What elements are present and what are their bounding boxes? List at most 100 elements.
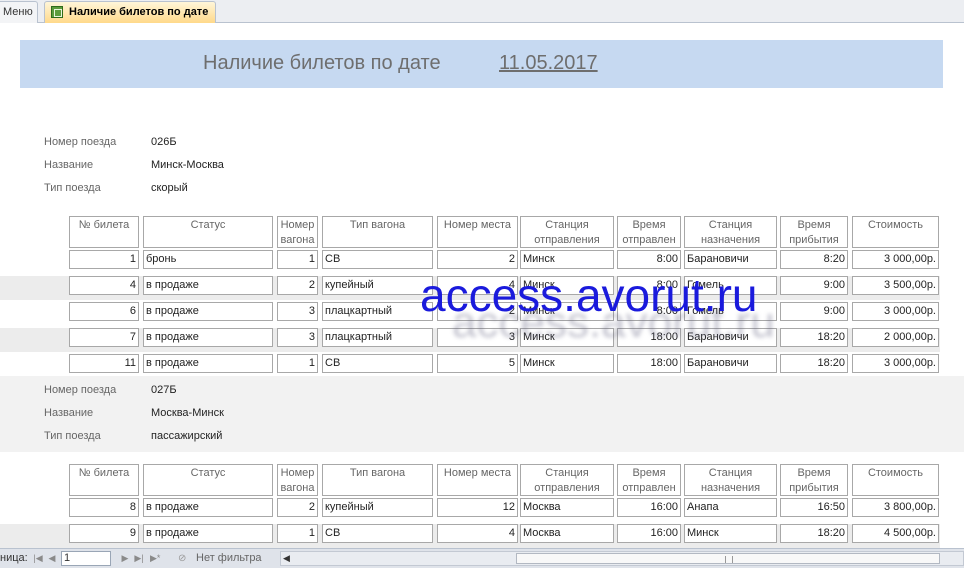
status-cell: в продаже [143, 354, 273, 373]
document-tab-bar: Меню Наличие билетов по дате [0, 0, 964, 23]
tab-ticket-availability[interactable]: Наличие билетов по дате [44, 1, 216, 23]
arrival-station-cell: Минск [684, 524, 777, 543]
col-departure-time: Время отправлен [617, 216, 681, 248]
train-name-label: Название [44, 407, 94, 419]
filter-status[interactable]: Нет фильтра [196, 552, 262, 564]
ticket-no-cell: 7 [69, 328, 139, 347]
col-ticket-no: № билета [69, 464, 139, 496]
arrival-time-cell: 9:00 [780, 276, 848, 295]
car-number-cell: 1 [277, 250, 318, 269]
status-cell: в продаже [143, 328, 273, 347]
arrival-time-cell: 16:50 [780, 498, 848, 517]
status-cell: в продаже [143, 276, 273, 295]
col-arrival-time: Время прибытия [780, 216, 848, 248]
car-type-cell: плацкартный [322, 302, 433, 321]
col-arrival-station: Станция назначения [684, 216, 777, 248]
departure-station-cell: Москва [520, 498, 614, 517]
price-cell: 3 000,00р. [852, 302, 939, 321]
first-page-icon[interactable]: |◀ [33, 553, 43, 564]
record-navigation-bar: ница: |◀ ◀ 1 ▶ ▶| ▶* ⊘ Нет фильтра ◀ [0, 548, 964, 568]
table-row[interactable]: 11 в продаже 1 СВ 5 Минск 18:00 Баранови… [0, 354, 940, 378]
col-car-number: Номер вагона [277, 464, 318, 496]
train-number-label: Номер поезда [44, 136, 117, 148]
last-page-icon[interactable]: ▶| [134, 553, 144, 564]
scroll-left-icon[interactable]: ◀ [283, 553, 290, 564]
departure-station-cell: Минск [520, 354, 614, 373]
train-group: Номер поезда 027Б Название Москва-Минск … [0, 376, 964, 548]
col-car-number: Номер вагона [277, 216, 318, 248]
status-cell: в продаже [143, 524, 273, 543]
train-type-label: Тип поезда [44, 430, 101, 442]
new-record-icon[interactable]: ▶* [150, 553, 160, 564]
car-number-cell: 2 [277, 276, 318, 295]
car-number-cell: 3 [277, 328, 318, 347]
watermark-text: access.avorut.ru [420, 269, 758, 321]
arrival-time-cell: 9:00 [780, 302, 848, 321]
col-price: Стоимость [852, 216, 939, 248]
train-number-value: 027Б [151, 384, 177, 396]
page-label: ница: [0, 552, 28, 564]
col-car-type: Тип вагона [322, 464, 433, 496]
scrollbar-thumb[interactable] [516, 553, 940, 564]
car-number-cell: 1 [277, 524, 318, 543]
arrival-time-cell: 18:20 [780, 328, 848, 347]
tab-menu[interactable]: Меню [0, 1, 38, 23]
col-ticket-no: № билета [69, 216, 139, 248]
car-number-cell: 3 [277, 302, 318, 321]
departure-time-cell: 16:00 [617, 524, 681, 543]
price-cell: 4 500,00р. [852, 524, 939, 543]
col-departure-time: Время отправлен [617, 464, 681, 496]
report-title: Наличие билетов по дате [203, 52, 441, 74]
car-type-cell: купейный [322, 276, 433, 295]
car-type-cell: СВ [322, 250, 433, 269]
price-cell: 3 000,00р. [852, 250, 939, 269]
status-cell: бронь [143, 250, 273, 269]
ticket-no-cell: 9 [69, 524, 139, 543]
seat-number-cell: 2 [437, 250, 518, 269]
seat-number-cell: 12 [437, 498, 518, 517]
table-row[interactable]: 8 в продаже 2 купейный 12 Москва 16:00 А… [0, 498, 940, 522]
ticket-no-cell: 1 [69, 250, 139, 269]
status-cell: в продаже [143, 302, 273, 321]
filter-icon: ⊘ [178, 553, 187, 564]
arrival-station-cell: Барановичи [684, 250, 777, 269]
train-name-value: Москва-Минск [151, 407, 224, 419]
departure-station-cell: Москва [520, 524, 614, 543]
seat-number-cell: 4 [437, 524, 518, 543]
departure-time-cell: 16:00 [617, 498, 681, 517]
arrival-station-cell: Анапа [684, 498, 777, 517]
page-number-input[interactable]: 1 [61, 551, 111, 566]
price-cell: 3 000,00р. [852, 354, 939, 373]
train-number-value: 026Б [151, 136, 177, 148]
report-view: Наличие билетов по дате 11.05.2017 Номер… [0, 24, 964, 548]
ticket-no-cell: 8 [69, 498, 139, 517]
next-page-icon[interactable]: ▶ [120, 553, 130, 564]
col-seat-number: Номер места [437, 464, 518, 496]
seat-number-cell: 5 [437, 354, 518, 373]
col-departure-station: Станция отправления [520, 464, 614, 496]
arrival-time-cell: 8:20 [780, 250, 848, 269]
col-arrival-station: Станция назначения [684, 464, 777, 496]
price-cell: 3 800,00р. [852, 498, 939, 517]
col-status: Статус [143, 464, 273, 496]
ticket-no-cell: 11 [69, 354, 139, 373]
train-type-value: пассажирский [151, 430, 223, 442]
departure-station-cell: Минск [520, 250, 614, 269]
tab-ticket-availability-label: Наличие билетов по дате [69, 6, 209, 18]
horizontal-scrollbar[interactable]: ◀ [280, 551, 964, 566]
table-row[interactable]: 9 в продаже 1 СВ 4 Москва 16:00 Минск 18… [0, 524, 940, 548]
column-headers: № билета Статус Номер вагона Тип вагона … [0, 216, 964, 250]
col-price: Стоимость [852, 464, 939, 496]
col-departure-station: Станция отправления [520, 216, 614, 248]
car-number-cell: 1 [277, 354, 318, 373]
prev-page-icon[interactable]: ◀ [47, 553, 57, 564]
car-type-cell: СВ [322, 354, 433, 373]
scrollbar-grip-icon [725, 556, 733, 563]
report-header-band [20, 40, 943, 88]
train-type-label: Тип поезда [44, 182, 101, 194]
col-status: Статус [143, 216, 273, 248]
column-headers: № билета Статус Номер вагона Тип вагона … [0, 464, 964, 498]
car-type-cell: купейный [322, 498, 433, 517]
col-seat-number: Номер места [437, 216, 518, 248]
car-type-cell: плацкартный [322, 328, 433, 347]
